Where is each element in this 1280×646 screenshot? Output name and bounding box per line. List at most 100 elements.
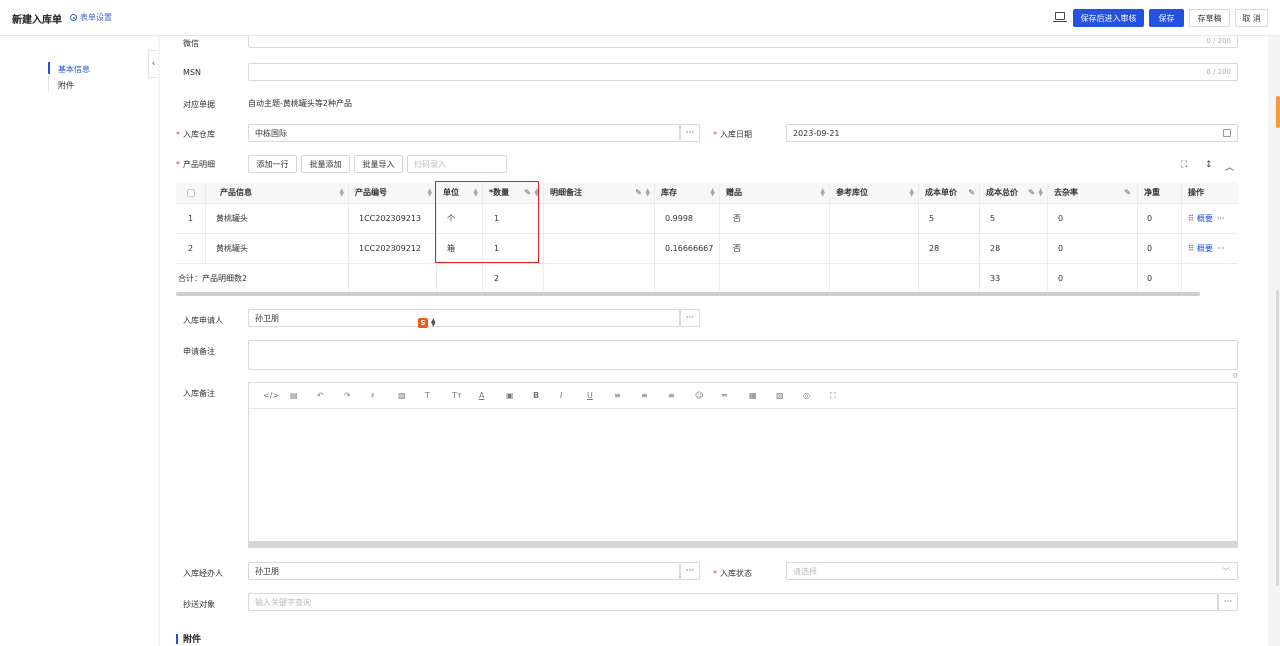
date-input[interactable]: 2023-09-21	[786, 124, 1238, 142]
nav-item-basic-info[interactable]: 基本信息	[58, 64, 90, 75]
detail-note-cell[interactable]	[544, 234, 655, 263]
drag-handle-icon[interactable]: ⠿	[1188, 244, 1194, 253]
apply-note-textarea[interactable]	[248, 340, 1238, 370]
select-all-checkbox[interactable]	[186, 188, 195, 197]
th-product-code[interactable]: 产品编号 ▲ ▼	[349, 182, 437, 203]
more-icon: ···	[1223, 597, 1233, 607]
th-detail-note[interactable]: 明细备注 ✎ ▲ ▼	[544, 182, 655, 203]
nav-active-indicator	[48, 62, 50, 74]
undo-icon[interactable]: ↶	[317, 391, 324, 400]
page-scroll-indicator[interactable]	[1276, 96, 1280, 128]
sort-icon: ▲ ▼	[339, 187, 344, 198]
save-draft-button[interactable]: 存草稿	[1189, 9, 1230, 27]
date-label: * 入库日期	[713, 130, 752, 139]
bold-icon[interactable]: B	[533, 391, 539, 400]
gear-icon	[70, 14, 77, 21]
horizontal-rule-icon[interactable]: ═	[722, 391, 727, 400]
expand-vertical-icon[interactable]: ↕	[1205, 160, 1213, 170]
page-scrollbar[interactable]	[1276, 290, 1279, 586]
th-stock[interactable]: 库存 ▲ ▼	[655, 182, 720, 203]
background-color-icon[interactable]: ▣	[506, 391, 514, 400]
collapse-nav-button[interactable]: ‹	[148, 50, 158, 78]
align-right-icon[interactable]: ≡	[668, 391, 675, 400]
font-color-icon[interactable]: A	[479, 391, 484, 400]
msn-label: MSN	[183, 68, 201, 77]
sogou-ime-icon[interactable]: S	[418, 318, 428, 328]
handler-label: 入库经办人	[183, 569, 223, 578]
detail-note-cell[interactable]	[544, 204, 655, 233]
stock-note-editor[interactable]: </> ▤ ↶ ↷ ꜰ ▧ T Tт A ▣ B I U ≡ ≡ ≡ ☺ ═ ▦…	[248, 382, 1238, 548]
handler-input[interactable]: 孙卫朋	[248, 562, 680, 580]
summary-link[interactable]: 概要	[1197, 213, 1213, 224]
status-label: * 入库状态	[713, 569, 752, 578]
wechat-input[interactable]: 0 / 200	[248, 36, 1238, 48]
warehouse-label: * 入库仓库	[176, 130, 215, 139]
save-button[interactable]: 保存	[1149, 9, 1184, 27]
ref-location-cell[interactable]	[830, 234, 919, 263]
attachment-icon[interactable]: ◎	[803, 391, 810, 400]
th-product-info[interactable]: 产品信息 ▲ ▼	[206, 182, 349, 203]
fullscreen-icon[interactable]: ⛶	[1181, 160, 1187, 170]
th-unit-cost[interactable]: 成本单价 ✎	[919, 182, 980, 203]
th-total-cost[interactable]: 成本总价 ✎ ▲ ▼	[980, 182, 1048, 203]
th-action: 操作	[1188, 188, 1204, 197]
edit-icon: ✎	[1028, 188, 1035, 197]
applicant-input[interactable]: 孙卫朋	[248, 309, 680, 327]
cc-picker-button[interactable]: ···	[1218, 593, 1238, 611]
date-value: 2023-09-21	[793, 128, 840, 138]
monitor-icon[interactable]	[1053, 12, 1067, 22]
sort-icon: ▲ ▼	[820, 187, 825, 198]
editor-resize-bar[interactable]	[249, 541, 1237, 547]
clear-format-icon[interactable]: ꜰ	[371, 391, 375, 400]
image-icon[interactable]: ▨	[776, 391, 784, 400]
more-icon[interactable]: ···	[1217, 214, 1225, 223]
handler-picker-button[interactable]: ···	[680, 562, 700, 580]
save-and-review-button[interactable]: 保存后进入审核	[1073, 9, 1144, 27]
ref-location-cell[interactable]	[830, 204, 919, 233]
sort-icon: ▲ ▼	[909, 187, 914, 198]
edit-icon: ✎	[968, 188, 975, 197]
align-left-icon[interactable]: ≡	[614, 391, 621, 400]
warehouse-picker-button[interactable]: ···	[680, 124, 700, 142]
header: 新建入库单 表单设置 保存后进入审核 保存 存草稿 取 消	[0, 0, 1280, 36]
add-row-button[interactable]: 添加一行	[248, 155, 297, 173]
table-icon[interactable]: ▦	[749, 391, 757, 400]
th-gift[interactable]: 赠品 ▲ ▼	[720, 182, 830, 203]
cancel-button[interactable]: 取 消	[1235, 9, 1268, 27]
batch-import-button[interactable]: 批量导入	[354, 155, 403, 173]
align-center-icon[interactable]: ≡	[641, 391, 648, 400]
font-size-icon[interactable]: Tт	[452, 391, 462, 400]
format-painter-icon[interactable]: ▧	[398, 391, 406, 400]
drag-handle-icon[interactable]: ⠿	[1188, 214, 1194, 223]
table-row: 1 黄桃罐头 1CC202309213 个 1 0.9998 否 5 5 0 0…	[176, 204, 1238, 234]
msn-input[interactable]: 0 / 200	[248, 63, 1238, 81]
template-icon[interactable]: ▤	[290, 391, 298, 400]
heading-icon[interactable]: T	[425, 391, 430, 400]
table-header-row: 产品信息 ▲ ▼ 产品编号 ▲ ▼ 单位 ▲ ▼ *数量 ✎ ▲ ▼ 明细备注 ✎ ▲ ▼ 库存 ▲ ▼ 赠…	[176, 182, 1238, 204]
nav-item-attachments[interactable]: 附件	[58, 80, 74, 91]
summary-link[interactable]: 概要	[1197, 243, 1213, 254]
table-horizontal-scrollbar[interactable]	[176, 292, 1200, 296]
code-icon[interactable]: </>	[263, 391, 279, 400]
th-net-weight[interactable]: 净重	[1138, 182, 1182, 203]
cc-input[interactable]: 输入关键字查询	[248, 593, 1218, 611]
italic-icon[interactable]: I	[560, 391, 562, 400]
th-ref-location[interactable]: 参考库位 ▲ ▼	[830, 182, 919, 203]
status-select[interactable]: 请选择 ﹀	[786, 562, 1238, 580]
chevron-left-icon: ‹	[151, 59, 156, 69]
wechat-counter: 0 / 200	[1206, 37, 1231, 45]
redo-icon[interactable]: ↷	[344, 391, 351, 400]
editor-toolbar: </> ▤ ↶ ↷ ꜰ ▧ T Tт A ▣ B I U ≡ ≡ ≡ ☺ ═ ▦…	[249, 383, 1237, 409]
underline-icon[interactable]: U	[587, 391, 593, 400]
more-icon[interactable]: ···	[1217, 244, 1225, 253]
form-settings-link[interactable]: 表单设置	[70, 12, 112, 23]
scan-input[interactable]: 扫码录入	[407, 155, 507, 173]
emoji-icon[interactable]: ☺	[695, 391, 703, 400]
side-nav: 基本信息 附件 ‹	[0, 36, 158, 646]
th-impurity[interactable]: 去杂率 ✎	[1048, 182, 1138, 203]
applicant-picker-button[interactable]: ···	[680, 309, 700, 327]
chevron-up-icon[interactable]: ︿	[1225, 160, 1234, 173]
batch-add-button[interactable]: 批量添加	[301, 155, 350, 173]
warehouse-input[interactable]: 中栋国际	[248, 124, 680, 142]
fullscreen-icon[interactable]: ⛶	[830, 391, 836, 401]
